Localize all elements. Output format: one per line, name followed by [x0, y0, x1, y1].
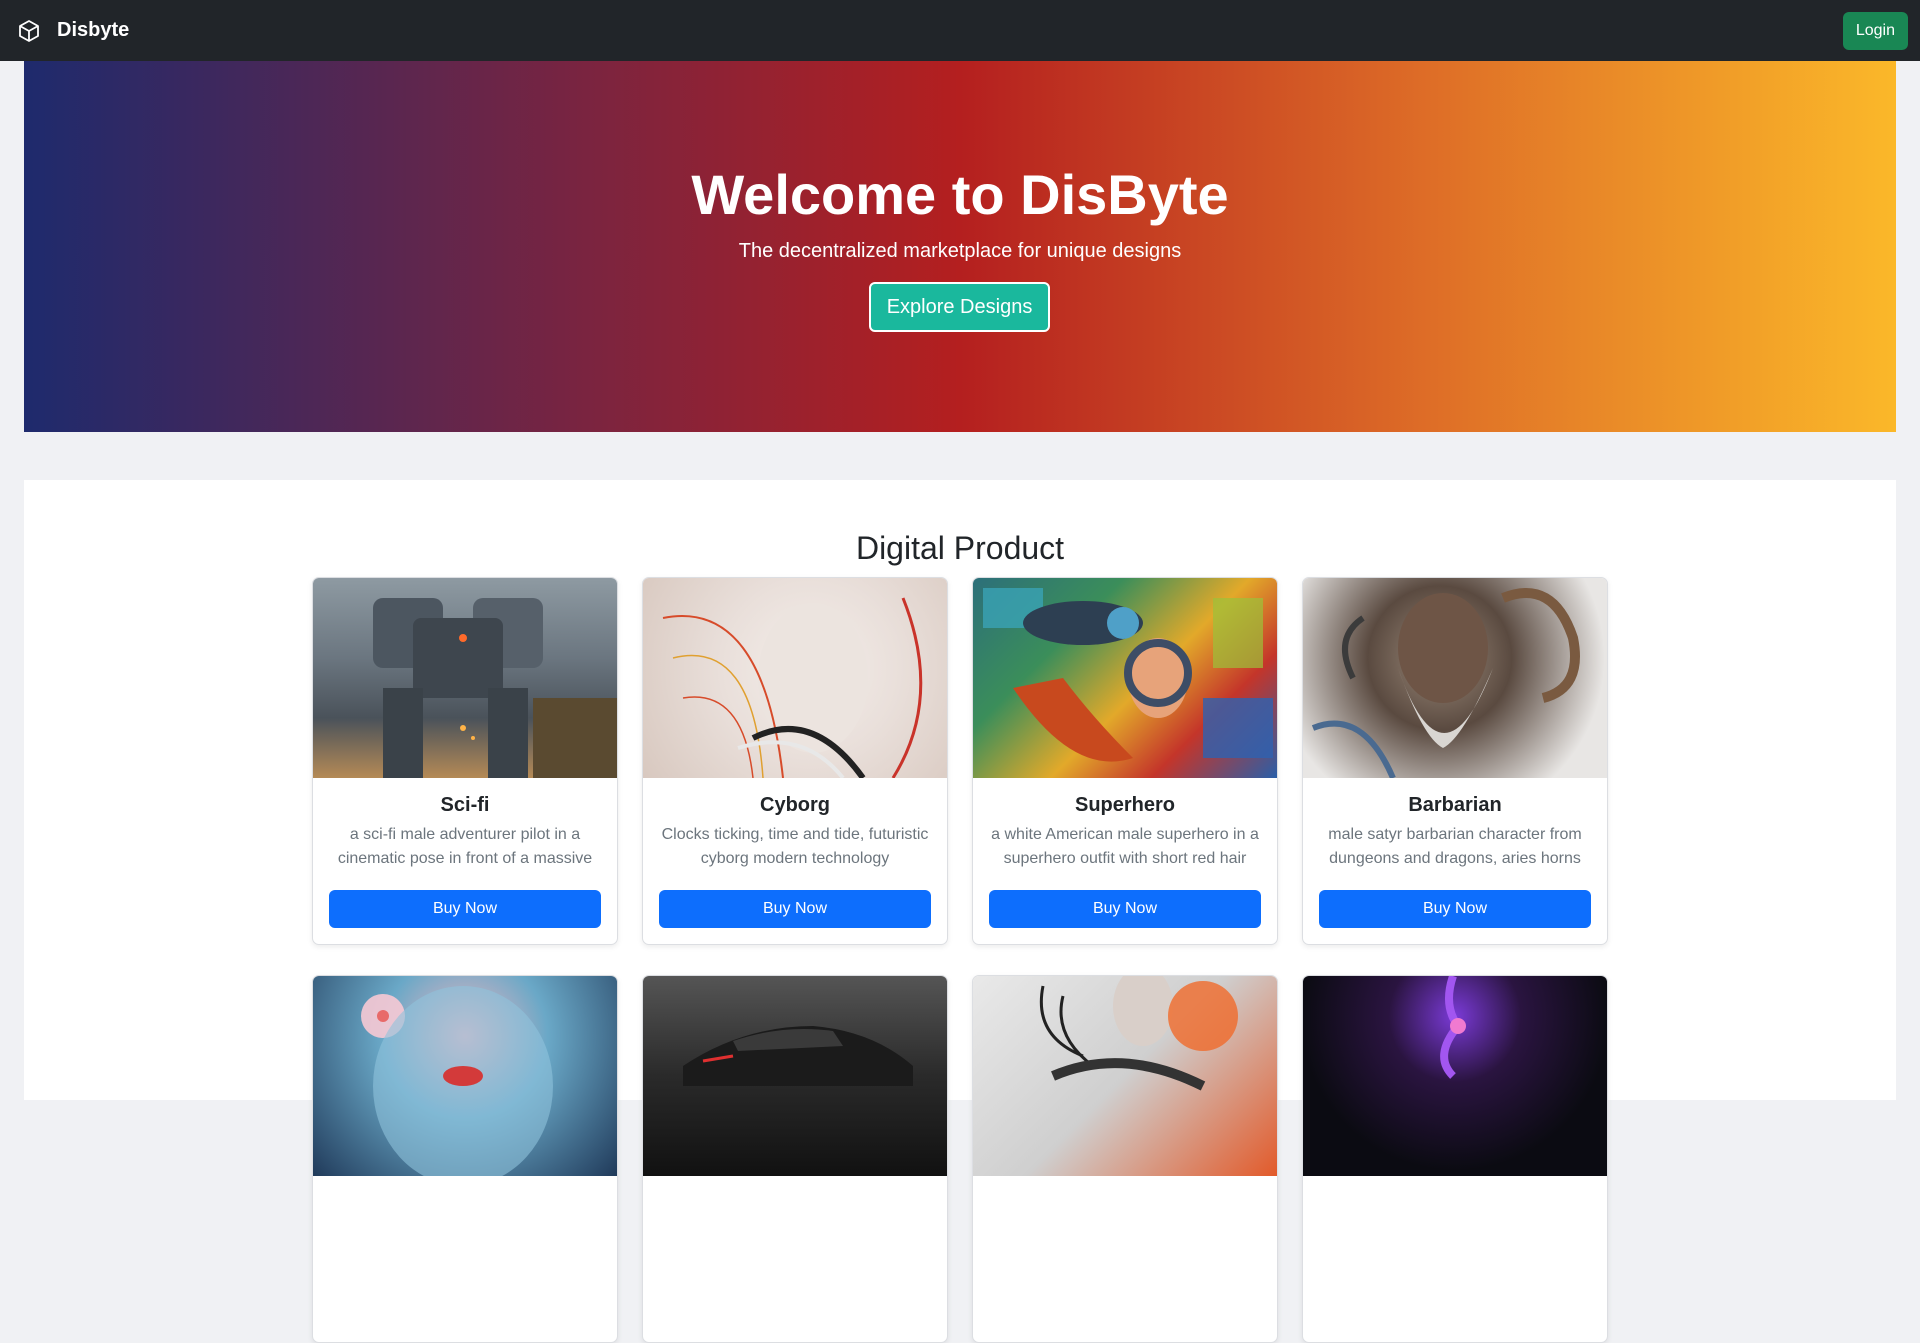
- product-image[interactable]: [1303, 976, 1607, 1176]
- product-card: Superhero a white American male superher…: [972, 577, 1278, 945]
- brand-name: Disbyte: [57, 19, 130, 41]
- hero-banner: Welcome to DisByte The decentralized mar…: [24, 61, 1896, 432]
- brand-link[interactable]: Disbyte: [17, 19, 129, 43]
- product-title: Barbarian: [1408, 794, 1502, 816]
- navbar: Disbyte Login: [0, 0, 1920, 61]
- cyborg-illustration: [662, 597, 923, 778]
- buy-now-button[interactable]: Buy Now: [1319, 890, 1591, 928]
- product-description: a white American male superhero in a sup…: [991, 826, 1259, 867]
- login-button[interactable]: Login: [1842, 12, 1908, 50]
- cube-icon: [19, 19, 39, 42]
- product-card: [1302, 975, 1608, 1343]
- flower-face-illustration: [361, 986, 553, 1176]
- product-image[interactable]: [973, 578, 1277, 778]
- product-card: Sci-fi a sci-fi male adventurer pilot in…: [312, 577, 618, 945]
- product-image[interactable]: [973, 976, 1277, 1176]
- liquid-splash-illustration: [1440, 976, 1466, 1079]
- product-image[interactable]: [1303, 578, 1607, 778]
- product-image[interactable]: [643, 976, 947, 1176]
- product-card: Cyborg Clocks ticking, time and tide, fu…: [642, 577, 948, 945]
- product-grid: Sci-fi a sci-fi male adventurer pilot in…: [312, 577, 1608, 1343]
- mech-illustration: [373, 598, 617, 778]
- product-image[interactable]: [313, 976, 617, 1176]
- product-card: [312, 975, 618, 1343]
- car-illustration: [683, 1026, 913, 1086]
- buy-now-button[interactable]: Buy Now: [659, 890, 931, 928]
- explore-designs-button[interactable]: Explore Designs: [869, 282, 1050, 332]
- hero-subtitle: The decentralized marketplace for unique…: [738, 240, 1182, 262]
- product-description: a sci-fi male adventurer pilot in a cine…: [337, 826, 593, 867]
- product-title: Sci-fi: [440, 794, 490, 816]
- fashion-illustration: [1039, 976, 1238, 1091]
- product-card: [972, 975, 1278, 1343]
- product-card: Barbarian male satyr barbarian character…: [1302, 577, 1608, 945]
- barbarian-illustration: [1311, 588, 1580, 778]
- hero-title: Welcome to DisByte: [691, 163, 1229, 226]
- product-title: Superhero: [1074, 794, 1176, 816]
- buy-now-button[interactable]: Buy Now: [989, 890, 1261, 928]
- products-section: Digital Product Sci-fi a sci-fi male adv…: [24, 480, 1896, 1343]
- product-description: male satyr barbarian character from dung…: [1328, 826, 1582, 867]
- product-image[interactable]: [313, 578, 617, 778]
- buy-now-button[interactable]: Buy Now: [329, 890, 601, 928]
- section-title: Digital Product: [855, 530, 1065, 566]
- product-card: [642, 975, 948, 1343]
- product-description: Clocks ticking, time and tide, futuristi…: [661, 826, 929, 867]
- superhero-illustration: [983, 588, 1273, 762]
- product-image[interactable]: [643, 578, 947, 778]
- product-title: Cyborg: [760, 794, 830, 816]
